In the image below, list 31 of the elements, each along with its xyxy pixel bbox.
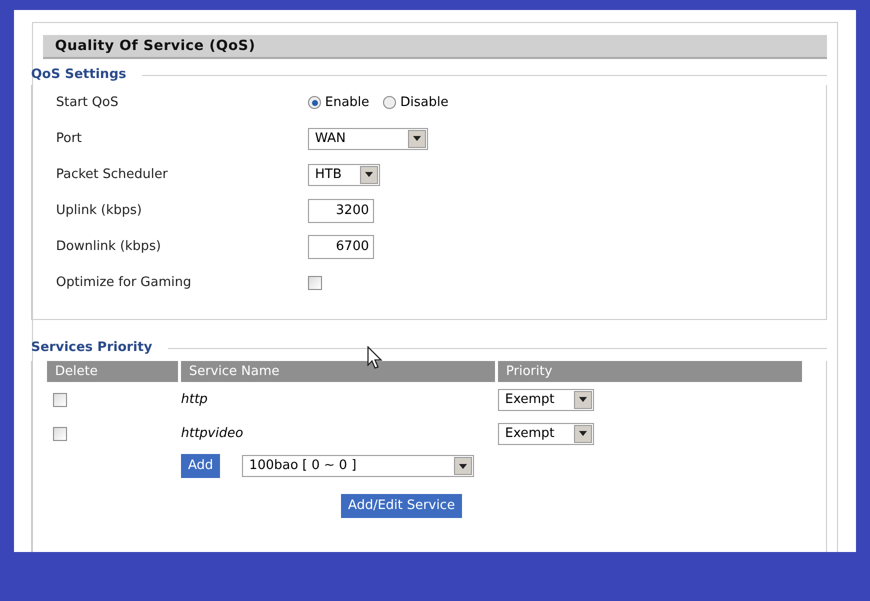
field-label: Downlink (kbps) (55, 238, 162, 256)
radio-option[interactable]: Enable (308, 92, 370, 112)
checkbox[interactable] (53, 392, 67, 406)
checkbox[interactable] (308, 276, 322, 290)
field-label: Port (55, 130, 83, 148)
input-field[interactable]: 3200 (308, 198, 374, 222)
section-header: Quality Of Service (QoS) (43, 35, 827, 59)
dropdown-select[interactable]: Exempt (498, 422, 594, 444)
column-header: Priority (498, 361, 802, 382)
dropdown-select[interactable]: WAN (308, 128, 428, 150)
section-legend: QoS Settings (31, 65, 142, 84)
field-label: Packet Scheduler (55, 166, 169, 184)
dropdown-select[interactable]: HTB (308, 164, 380, 186)
column-header: Service Name (181, 361, 495, 382)
add-button[interactable]: Add (181, 454, 220, 478)
dropdown-select[interactable]: 100bao [ 0 ~ 0 ] (242, 455, 474, 477)
service-name: httpvideo (181, 424, 244, 443)
checkbox[interactable] (53, 426, 67, 440)
section-legend: Services Priority (31, 338, 168, 357)
dropdown-select[interactable]: Exempt (498, 388, 594, 410)
input-field[interactable]: 6700 (308, 234, 374, 258)
radio-option[interactable]: Disable (383, 92, 449, 112)
radio-button[interactable] (308, 96, 321, 109)
radio-button[interactable] (383, 96, 396, 109)
field-label: Uplink (kbps) (55, 202, 143, 220)
service-name: http (181, 390, 209, 409)
field-label: Start QoS (55, 94, 120, 112)
add-edit-service-button[interactable]: Add/Edit Service (341, 494, 462, 518)
field-label: Optimize for Gaming (55, 274, 192, 292)
mouse-pointer-icon (367, 346, 383, 370)
column-header: Delete (47, 361, 178, 382)
